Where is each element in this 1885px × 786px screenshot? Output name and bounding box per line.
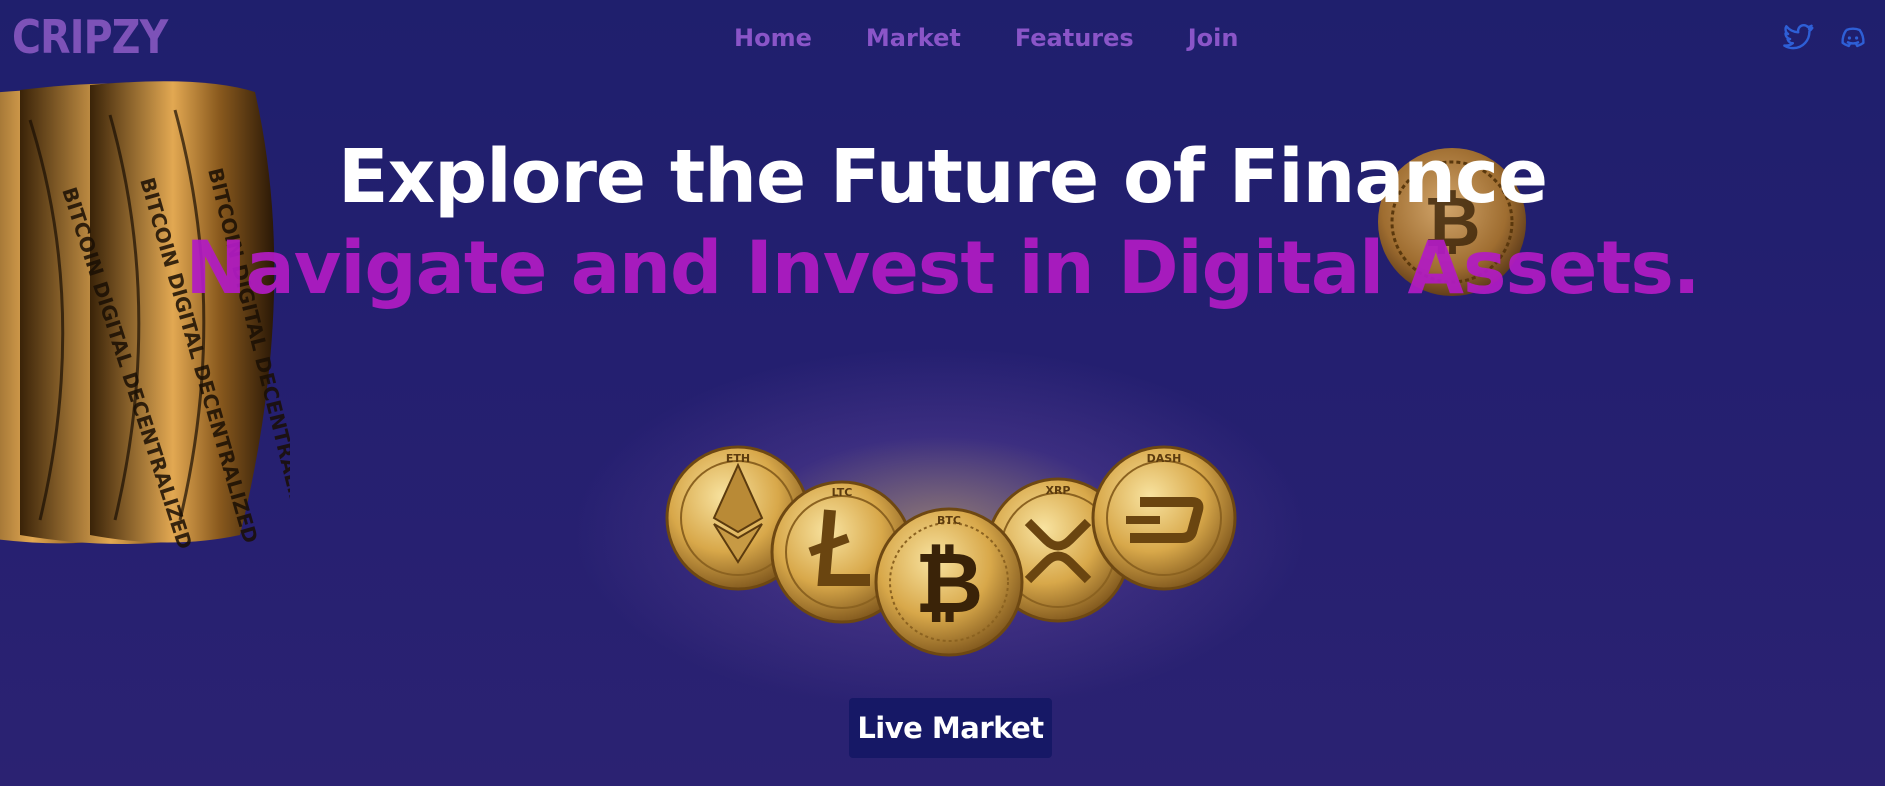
svg-text:₿: ₿ (915, 534, 983, 632)
btc-coin: ₿ BTC (874, 507, 1024, 657)
crypto-coins-image: ETH LTC XRP DASH ₿ BTC (660, 440, 1240, 660)
svg-text:LTC: LTC (832, 486, 853, 499)
discord-icon[interactable] (1835, 22, 1871, 54)
top-navbar: CRIPZY Home Market Features Join (0, 0, 1885, 78)
nav-link-market[interactable]: Market (866, 24, 961, 52)
svg-text:ETH: ETH (726, 452, 750, 465)
svg-text:XRP: XRP (1045, 484, 1070, 497)
nav-links: Home Market Features Join (734, 24, 1292, 52)
twitter-icon[interactable] (1781, 22, 1817, 54)
social-links (1781, 22, 1871, 54)
svg-text:DASH: DASH (1147, 452, 1182, 465)
dash-coin: DASH (1091, 445, 1237, 591)
nav-link-join[interactable]: Join (1188, 24, 1239, 52)
brand-logo[interactable]: CRIPZY (12, 10, 168, 64)
live-market-button[interactable]: Live Market (849, 698, 1052, 758)
hero-headline: Explore the Future of Finance (337, 134, 1548, 220)
hero-subheadline: Navigate and Invest in Digital Assets. (185, 226, 1700, 311)
nav-link-features[interactable]: Features (1015, 24, 1134, 52)
nav-link-home[interactable]: Home (734, 24, 812, 52)
svg-text:BTC: BTC (937, 514, 961, 527)
